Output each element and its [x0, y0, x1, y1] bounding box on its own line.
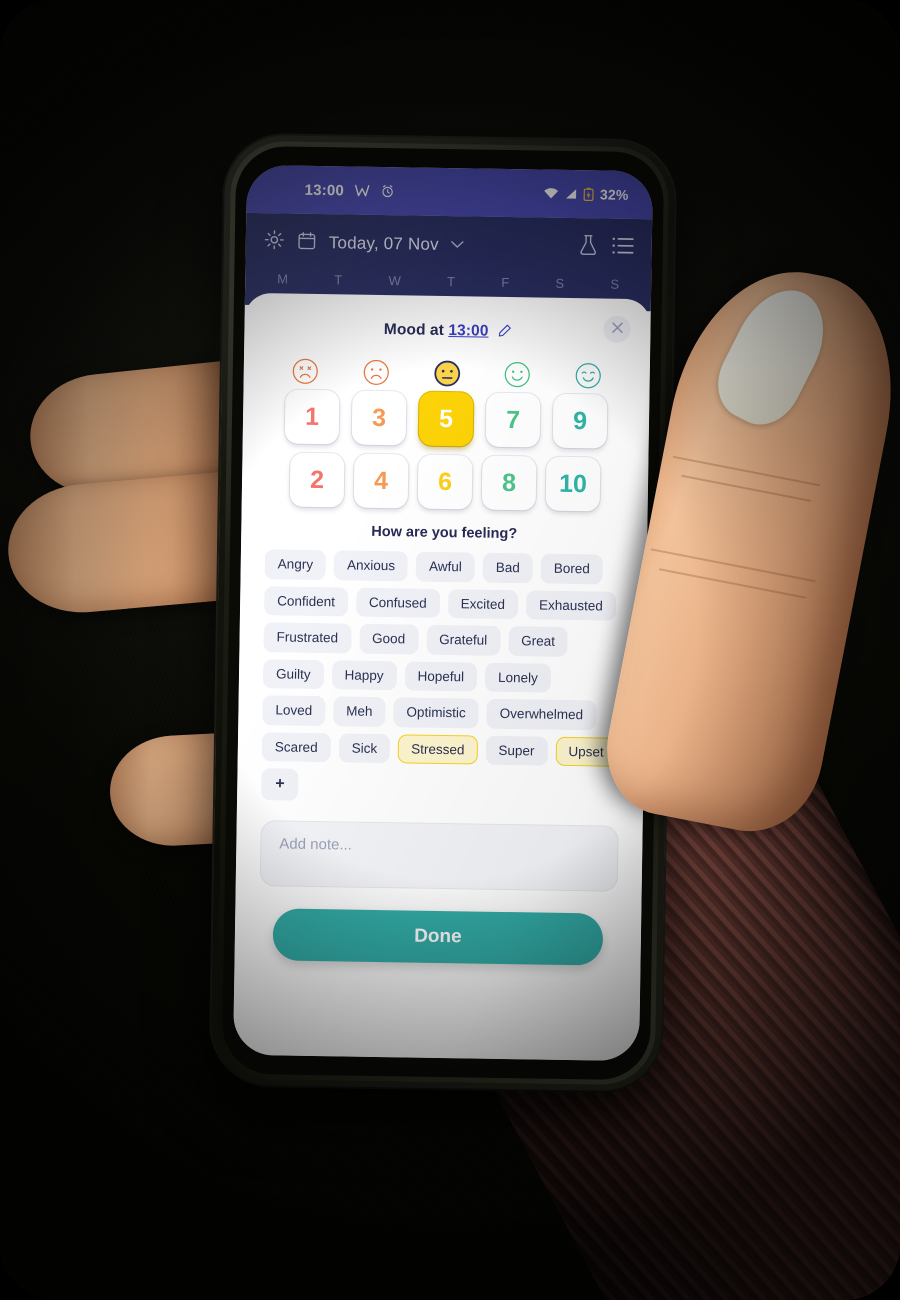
tile-label: 9: [572, 406, 588, 435]
feeling-tag-loved[interactable]: Loved: [262, 695, 326, 726]
weekday-label: F: [501, 274, 510, 290]
gear-icon[interactable]: [264, 229, 285, 255]
feeling-tag-guilty[interactable]: Guilty: [262, 658, 324, 690]
mood-entry-sheet: Mood at 13:00 1 3 5 7 9 2 4 6 8 10 How a…: [233, 292, 651, 1062]
close-button[interactable]: [603, 315, 631, 343]
mood-rating-row-top: 1 3 5 7 9: [284, 389, 608, 449]
weekday-label: W: [388, 273, 401, 289]
weekday-label: S: [555, 275, 565, 291]
close-icon: [611, 322, 623, 337]
tile-label: 10: [558, 469, 588, 498]
feeling-tag-excited[interactable]: Excited: [447, 588, 519, 620]
feeling-tag-super[interactable]: Super: [485, 735, 548, 766]
feeling-tag-great[interactable]: Great: [507, 626, 569, 657]
status-bar: 13:00 32%: [246, 164, 653, 220]
feeling-tag-bad[interactable]: Bad: [482, 552, 534, 583]
phone-screen: 13:00 32% Today, 07 Nov M T W T F S S Mo…: [233, 164, 653, 1062]
flask-icon[interactable]: [579, 234, 598, 260]
feeling-tag-overwhelmed[interactable]: Overwhelmed: [486, 698, 597, 730]
mood-time-link[interactable]: 13:00: [448, 322, 488, 340]
battery-percent-label: 32%: [599, 186, 629, 203]
note-input[interactable]: Add note...: [259, 820, 619, 892]
feeling-tag-grateful[interactable]: Grateful: [425, 624, 501, 656]
feeling-tag-lonely[interactable]: Lonely: [484, 662, 552, 693]
mood-rating-grid: 1 3 5 7 9 2 4 6 8 10: [262, 384, 630, 512]
done-button-wrapper: Done: [255, 886, 622, 966]
done-button[interactable]: Done: [272, 908, 604, 966]
mood-rating-tile-10[interactable]: 10: [545, 456, 601, 512]
battery-icon: [583, 187, 594, 202]
tile-label: 8: [501, 468, 517, 497]
feeling-tag-frustrated[interactable]: Frustrated: [263, 622, 352, 654]
list-icon[interactable]: [612, 236, 634, 259]
note-placeholder: Add note...: [279, 835, 353, 854]
tile-label: 3: [371, 403, 387, 432]
weekday-label: T: [334, 272, 343, 288]
wifi-icon: [544, 188, 559, 200]
mood-rating-tile-8[interactable]: 8: [481, 455, 537, 511]
feeling-tag-anxious[interactable]: Anxious: [333, 550, 409, 581]
feeling-tag-stressed[interactable]: Stressed: [397, 733, 478, 765]
mood-rating-tile-7[interactable]: 7: [485, 392, 541, 448]
mood-rating-tile-9[interactable]: 9: [552, 393, 608, 449]
weekday-label: T: [446, 274, 456, 290]
feeling-tag-awful[interactable]: Awful: [415, 551, 476, 582]
face-happy-icon[interactable]: [504, 361, 531, 388]
mood-rating-tile-6[interactable]: 6: [417, 454, 473, 510]
signal-icon: [565, 188, 578, 200]
feeling-tag-confused[interactable]: Confused: [355, 587, 440, 618]
feeling-question: How are you feeling?: [371, 523, 518, 543]
feeling-tag-optimistic[interactable]: Optimistic: [393, 697, 479, 729]
add-feeling-tag-button[interactable]: +: [261, 768, 299, 801]
mood-rating-row-bottom: 2 4 6 8 10: [284, 452, 607, 512]
tile-label: 4: [373, 466, 389, 495]
feeling-tag-happy[interactable]: Happy: [331, 659, 397, 691]
feeling-tag-scared[interactable]: Scared: [261, 731, 331, 763]
tile-label: 5: [438, 404, 454, 433]
sheet-title-prefix: Mood at: [383, 320, 445, 339]
chevron-down-icon[interactable]: [451, 236, 464, 254]
face-very-sad-icon[interactable]: [292, 358, 319, 385]
tile-label: 7: [505, 405, 521, 434]
status-bar-time: 13:00: [304, 181, 345, 199]
mood-rating-tile-4[interactable]: 4: [353, 453, 409, 509]
status-bar-left: 13:00: [304, 181, 395, 199]
feeling-tag-exhausted[interactable]: Exhausted: [525, 589, 617, 621]
feeling-tag-list: Angry Anxious Awful Bad Bored Confident Confus…: [257, 549, 627, 806]
weekday-label: M: [277, 271, 289, 287]
mood-rating-tile-5[interactable]: 5: [418, 391, 474, 447]
tile-label: 2: [309, 465, 325, 494]
photo-scene: 13:00 32% Today, 07 Nov M T W T F S S Mo…: [0, 0, 900, 1300]
feeling-tag-meh[interactable]: Meh: [333, 696, 386, 727]
pencil-icon[interactable]: [498, 323, 511, 340]
feeling-tag-confident[interactable]: Confident: [263, 585, 349, 617]
app-header-actions: [579, 234, 634, 261]
weekday-label: S: [610, 276, 620, 292]
face-neutral-icon[interactable]: [433, 360, 460, 387]
calendar-icon[interactable]: [297, 230, 317, 255]
w-icon: [355, 184, 370, 197]
feeling-tag-sick[interactable]: Sick: [338, 732, 391, 764]
app-header-row: Today, 07 Nov: [263, 213, 634, 277]
header-date-label[interactable]: Today, 07 Nov: [329, 233, 439, 255]
feeling-tag-bored[interactable]: Bored: [540, 553, 604, 585]
mood-face-row: [264, 345, 631, 390]
mood-rating-tile-3[interactable]: 3: [351, 390, 407, 446]
feeling-tag-good[interactable]: Good: [358, 623, 419, 655]
feeling-tag-hopeful[interactable]: Hopeful: [404, 660, 478, 692]
tile-label: 6: [437, 467, 453, 496]
status-bar-right: 32%: [544, 186, 629, 203]
feeling-tag-angry[interactable]: Angry: [264, 549, 327, 580]
sheet-header: Mood at 13:00: [264, 311, 631, 351]
phone-device: 13:00 32% Today, 07 Nov M T W T F S S Mo…: [210, 134, 676, 1092]
mood-rating-tile-1[interactable]: 1: [284, 389, 340, 445]
page-title: Mood at 13:00: [384, 321, 511, 342]
alarm-clock-icon: [381, 184, 395, 198]
face-sad-icon[interactable]: [362, 359, 389, 386]
face-very-happy-icon[interactable]: [575, 362, 602, 389]
tile-label: 1: [304, 402, 320, 431]
mood-rating-tile-2[interactable]: 2: [289, 452, 345, 508]
